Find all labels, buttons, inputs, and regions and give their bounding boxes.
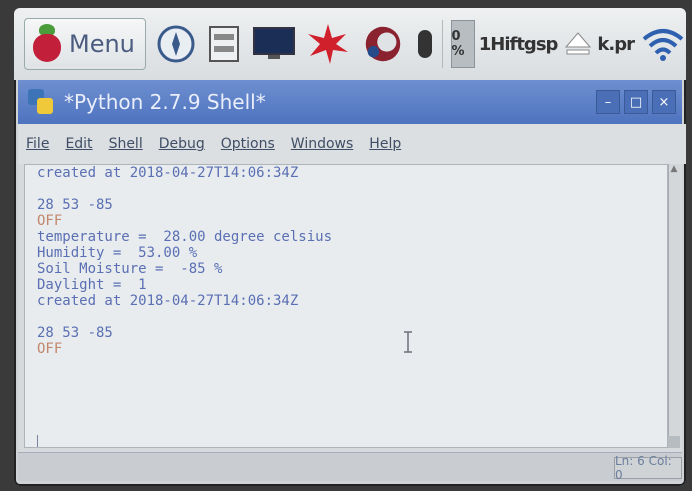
shell-line: OFF (37, 341, 63, 357)
screen: Menu 0 % 1Hiftgsp k.pr *Python 2.7.9 She… (14, 8, 686, 486)
menu-windows[interactable]: Windows (291, 136, 354, 152)
menu-debug[interactable]: Debug (159, 136, 205, 152)
menu-bar: File Edit Shell Debug Options Windows He… (18, 124, 686, 164)
menu-shell[interactable]: Shell (109, 136, 143, 152)
text-cursor (37, 435, 38, 447)
shell-line: Humidity = 53.00 % (37, 245, 198, 261)
app-icon[interactable] (416, 21, 434, 67)
shell-line: temperature = 28.00 degree celsius (37, 229, 333, 245)
menu-button[interactable]: Menu (24, 18, 146, 70)
status-bar: Ln: 6 Col: 0 (18, 452, 682, 482)
shell-line: 28 53 -85 (37, 197, 113, 213)
terminal-icon[interactable] (252, 21, 296, 67)
scroll-down-button[interactable] (668, 436, 680, 448)
window-title: *Python 2.7.9 Shell* (64, 90, 266, 114)
shell-text-area[interactable]: created at 2018-04-27T14:06:34Z 28 53 -8… (24, 164, 668, 448)
top-panel: Menu 0 % 1Hiftgsp k.pr (14, 8, 686, 80)
window-titlebar[interactable]: *Python 2.7.9 Shell* – □ × (18, 80, 682, 124)
math-icon[interactable] (306, 21, 350, 67)
maximize-button[interactable]: □ (624, 90, 648, 114)
menu-help[interactable]: Help (369, 136, 401, 152)
close-button[interactable]: × (652, 90, 676, 114)
vertical-scrollbar[interactable] (668, 164, 681, 448)
raspberry-pi-icon (29, 24, 65, 64)
minimize-button[interactable]: – (596, 90, 620, 114)
shell-line: created at 2018-04-27T14:06:34Z (37, 293, 299, 309)
cpu-usage-text: 0 % (451, 29, 465, 59)
scroll-up-icon[interactable]: ▲ (668, 164, 680, 176)
ibeam-cursor-icon (403, 331, 413, 353)
shell-line: OFF (37, 213, 63, 229)
eject-icon[interactable] (563, 24, 593, 64)
python-shell-window: *Python 2.7.9 Shell* – □ × File Edit She… (18, 80, 686, 482)
panel-separator (441, 20, 443, 68)
menu-label: Menu (69, 30, 135, 58)
file-manager-icon[interactable] (206, 21, 242, 67)
shell-line: Daylight = 1 (37, 277, 147, 293)
panel-ticker-text-2: k.pr (597, 33, 635, 55)
python-icon (28, 89, 54, 115)
browser-icon[interactable] (156, 21, 196, 67)
panel-ticker-text: 1Hiftgsp (478, 33, 559, 55)
cpu-monitor: 0 % (450, 20, 475, 68)
menu-options[interactable]: Options (221, 136, 275, 152)
wifi-icon[interactable] (640, 24, 686, 64)
shell-line: Soil Moisture = -85 % (37, 261, 223, 277)
wolfram-icon[interactable] (360, 21, 406, 67)
menu-file[interactable]: File (26, 136, 49, 152)
menu-edit[interactable]: Edit (65, 136, 92, 152)
shell-line: created at 2018-04-27T14:06:34Z (37, 165, 299, 181)
shell-line: 28 53 -85 (37, 325, 113, 341)
cursor-position: Ln: 6 Col: 0 (614, 454, 682, 482)
